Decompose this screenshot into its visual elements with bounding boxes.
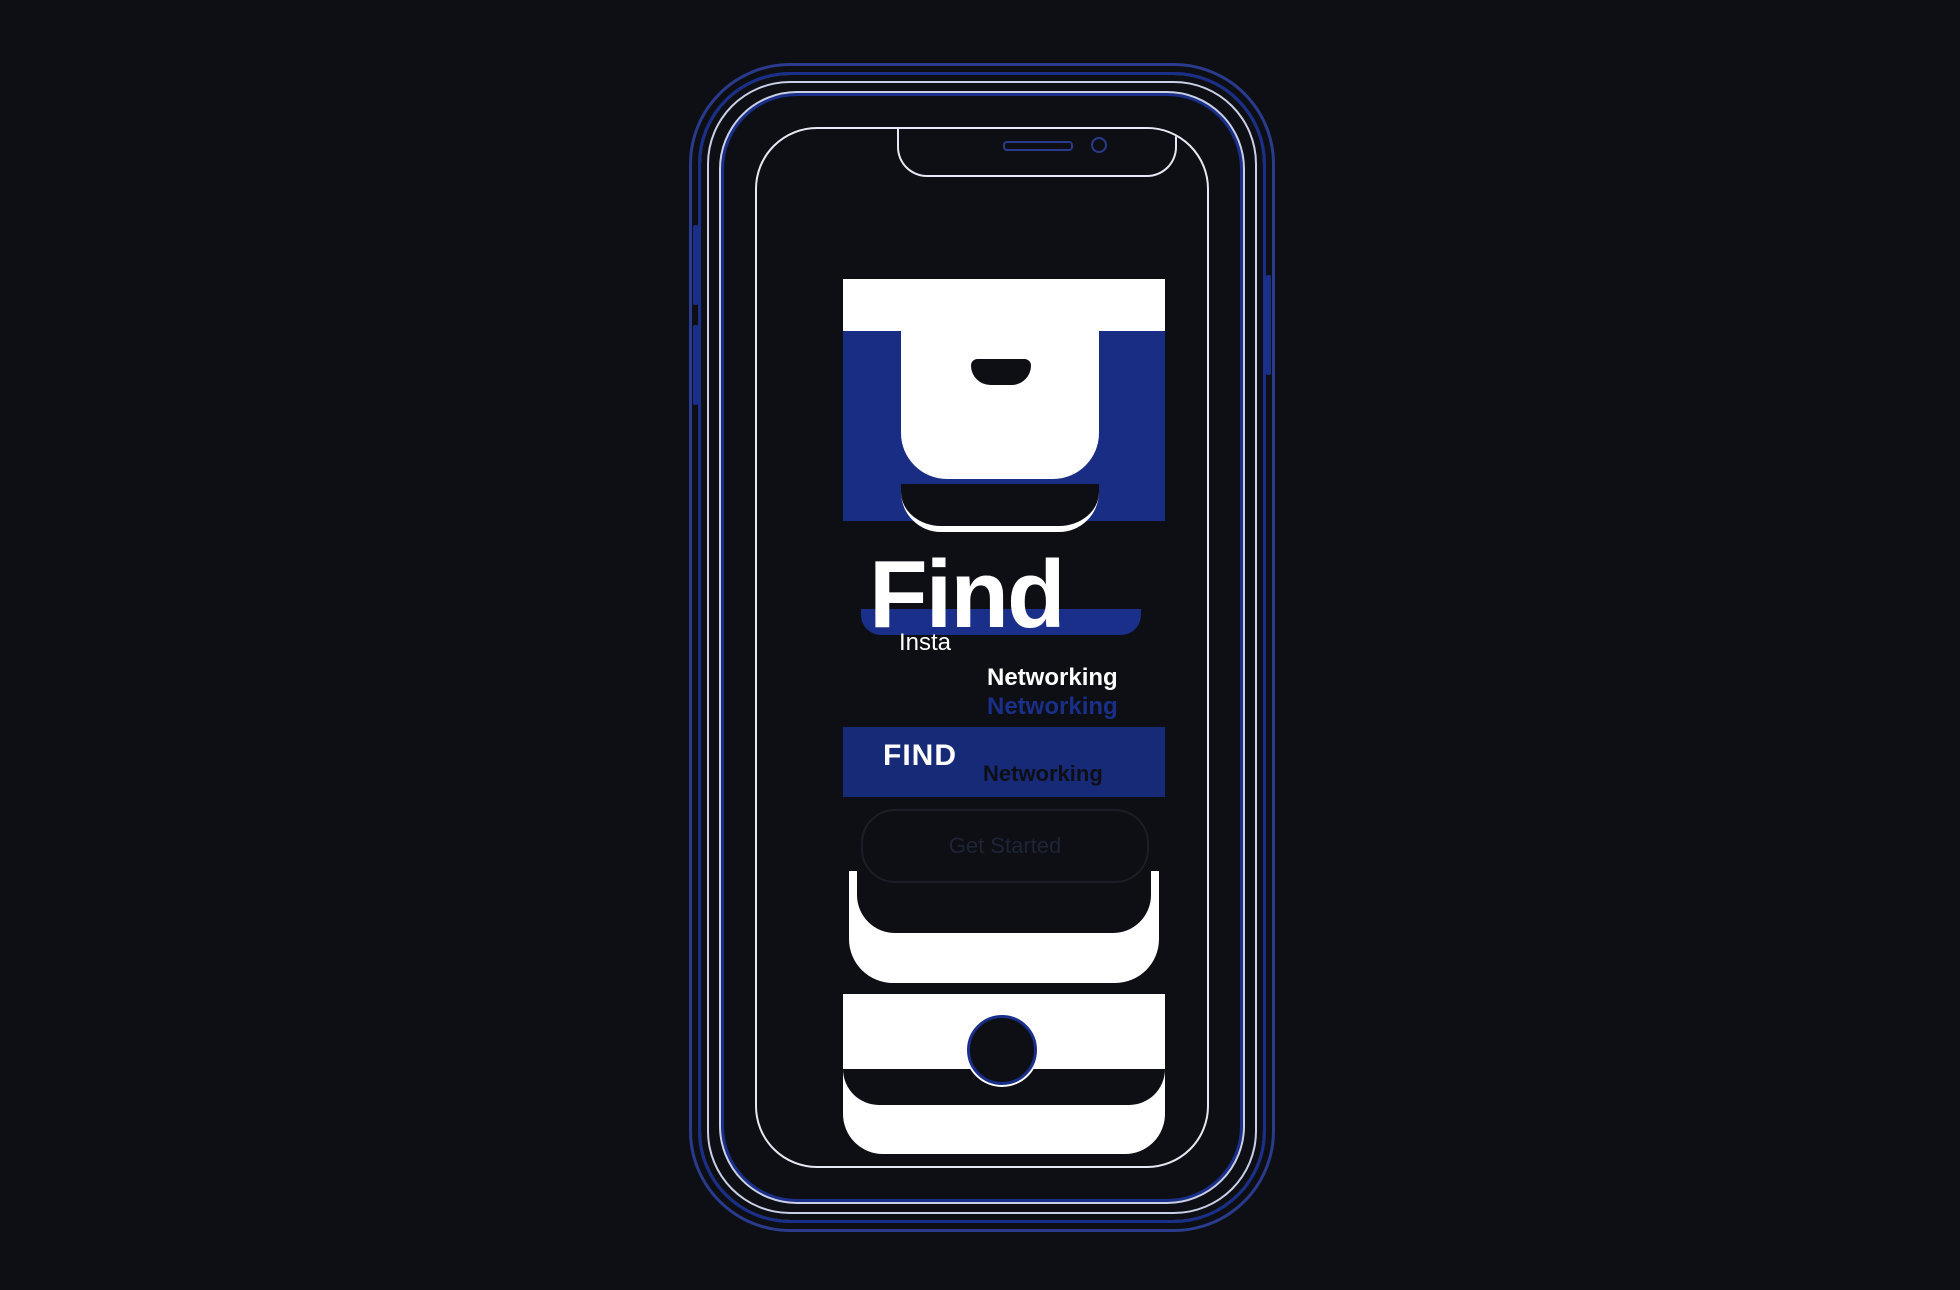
tagline-right-echo: Networking — [987, 693, 1118, 720]
volume-button — [693, 325, 698, 405]
front-camera-icon — [1091, 137, 1107, 153]
phone-screen: Find Insta Networking Networking FIND Ne… — [755, 127, 1209, 1168]
tagline-right: Networking — [987, 664, 1118, 691]
app-content: Find Insta Networking Networking FIND Ne… — [843, 279, 1165, 1159]
phone-frame: Find Insta Networking Networking FIND Ne… — [693, 72, 1271, 1223]
tagline-left: Insta — [899, 629, 952, 656]
notch — [897, 129, 1177, 177]
phone-bezel: Find Insta Networking Networking FIND Ne… — [719, 91, 1245, 1204]
speaker-icon — [1003, 141, 1073, 151]
power-button — [1266, 275, 1271, 375]
feature-subtext: Networking — [983, 761, 1103, 786]
feature-text: FIND — [883, 739, 957, 772]
logo-slot — [971, 359, 1031, 385]
home-button-icon[interactable] — [967, 1015, 1037, 1085]
find-logo-icon — [901, 323, 1099, 479]
volume-button — [693, 225, 698, 305]
logo-shadow — [901, 484, 1099, 532]
stage: Find Insta Networking Networking FIND Ne… — [0, 0, 1960, 1290]
get-started-button[interactable]: Get Started — [861, 809, 1149, 883]
